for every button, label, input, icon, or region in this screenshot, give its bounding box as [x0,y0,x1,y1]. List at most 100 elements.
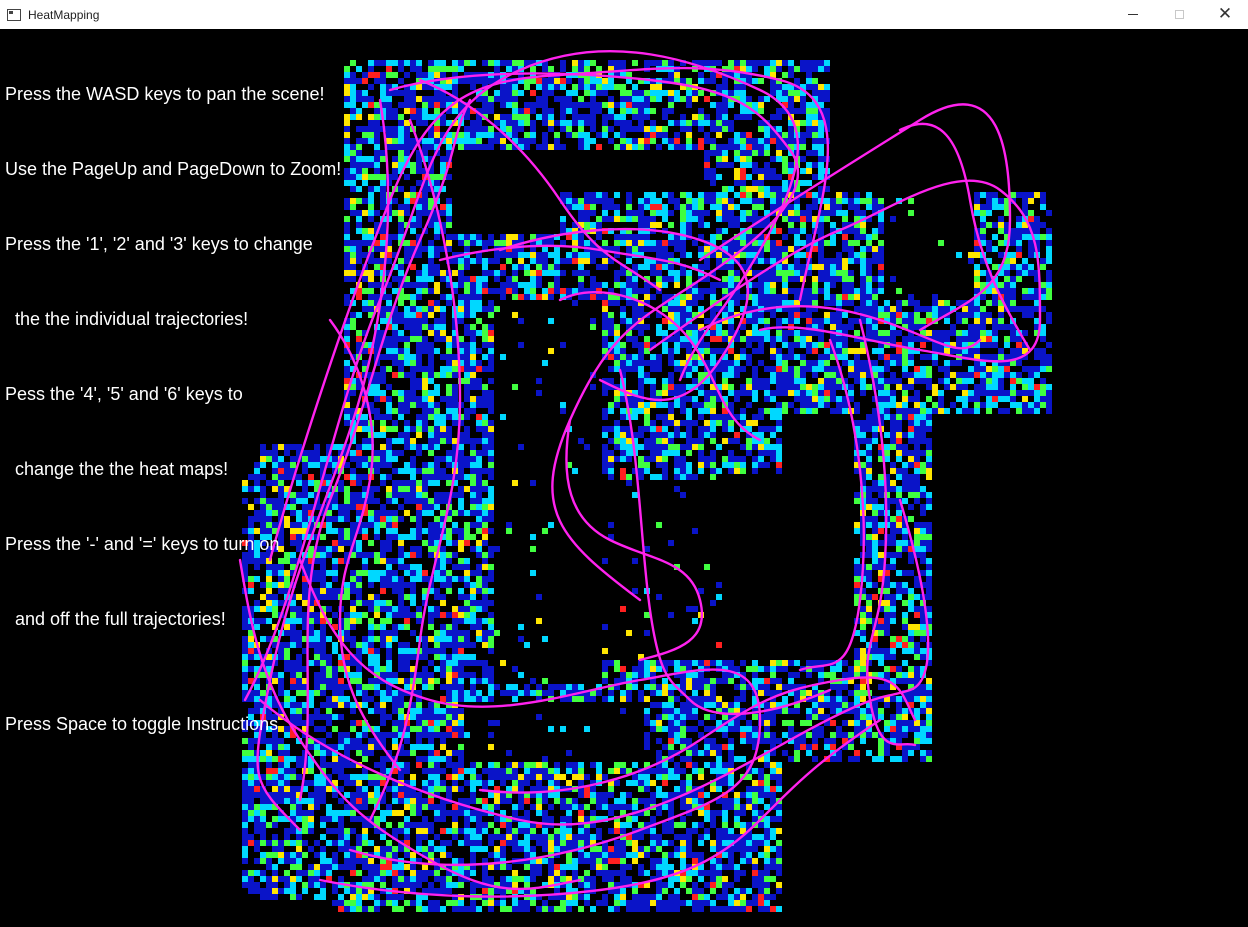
heat-cell [452,510,458,516]
heat-cell [398,264,404,270]
heat-cell [464,282,470,288]
heat-cell [932,312,938,318]
heat-cell [920,450,926,456]
heat-cell [368,306,374,312]
heat-cell [368,552,374,558]
heat-cell [1034,222,1040,228]
heat-cell [830,264,836,270]
heat-cell [620,432,626,438]
heat-cell [644,198,650,204]
heat-cell [482,288,488,294]
heat-cell [566,126,572,132]
heat-cell [446,408,452,414]
heat-cell [446,432,452,438]
close-button[interactable]: ✕ [1202,0,1248,29]
heat-cell [1034,216,1040,222]
heat-cell [764,336,770,342]
heat-cell [368,216,374,222]
heat-cell [656,366,662,372]
heat-cell [416,378,422,384]
heat-cell [806,162,812,168]
heat-cell [992,246,998,252]
heatmap-viewport[interactable]: Press the WASD keys to pan the scene! Us… [0,29,1248,927]
heat-cell [878,216,884,222]
heat-cell [434,228,440,234]
heat-cell [476,258,482,264]
heat-cell [644,204,650,210]
heat-cell [428,258,434,264]
heat-cell [458,312,464,318]
heat-cell [470,462,476,468]
heat-cell [422,264,428,270]
heat-cell [782,90,788,96]
heat-cell [656,354,662,360]
heat-cell [878,258,884,264]
heat-cell [434,300,440,306]
heat-cell [710,474,716,480]
heat-cell [476,426,482,432]
heat-cell [758,138,764,144]
heat-cell [728,264,734,270]
heat-cell [638,216,644,222]
heat-cell [458,528,464,534]
heat-cell [392,318,398,324]
heat-cell [1016,276,1022,282]
heat-cell [638,444,644,450]
heat-cell [482,102,488,108]
heat-cell [638,288,644,294]
heat-cell [620,132,626,138]
heat-cell [626,474,632,480]
heat-cell [380,192,386,198]
heat-cell [740,144,746,150]
heat-cell [812,366,818,372]
heat-cell [1046,258,1052,264]
heat-cell [866,294,872,300]
heat-cell [434,372,440,378]
heat-cell [380,504,386,510]
heat-cell [944,366,950,372]
heat-cell [806,66,812,72]
heat-cell [854,198,860,204]
heat-cell [434,90,440,96]
heat-cell [806,72,812,78]
heat-cell [824,378,830,384]
heat-cell [614,102,620,108]
heat-cell [422,480,428,486]
heat-cell [398,552,404,558]
title-bar[interactable]: HeatMapping ✕ [0,0,1248,29]
heat-cell [506,258,512,264]
heat-cell [428,246,434,252]
heat-cell [908,378,914,384]
minimize-button[interactable] [1110,0,1156,29]
heat-cell [818,168,824,174]
heat-cell [488,486,494,492]
heat-cell [356,174,362,180]
heat-cell [590,96,596,102]
heat-cell [482,540,488,546]
heat-cell [362,462,368,468]
heat-cell [686,468,692,474]
heat-cell [770,276,776,282]
heat-cell [482,354,488,360]
heat-cell [374,396,380,402]
heat-cell [500,234,506,240]
heat-cell [614,354,620,360]
heat-cell [356,384,362,390]
heat-cell [398,414,404,420]
heat-cell [902,498,908,504]
heat-cell [626,120,632,126]
heat-cell [428,504,434,510]
heat-cell [968,258,974,264]
heat-cell [386,132,392,138]
heat-cell [416,498,422,504]
heat-cell [908,372,914,378]
heat-cell [392,354,398,360]
heat-cell [350,144,356,150]
heat-cell [842,294,848,300]
heat-cell [644,114,650,120]
heat-cell [422,288,428,294]
heat-cell [536,270,542,276]
heat-cell [554,138,560,144]
heat-cell [746,156,752,162]
heat-cell [404,198,410,204]
